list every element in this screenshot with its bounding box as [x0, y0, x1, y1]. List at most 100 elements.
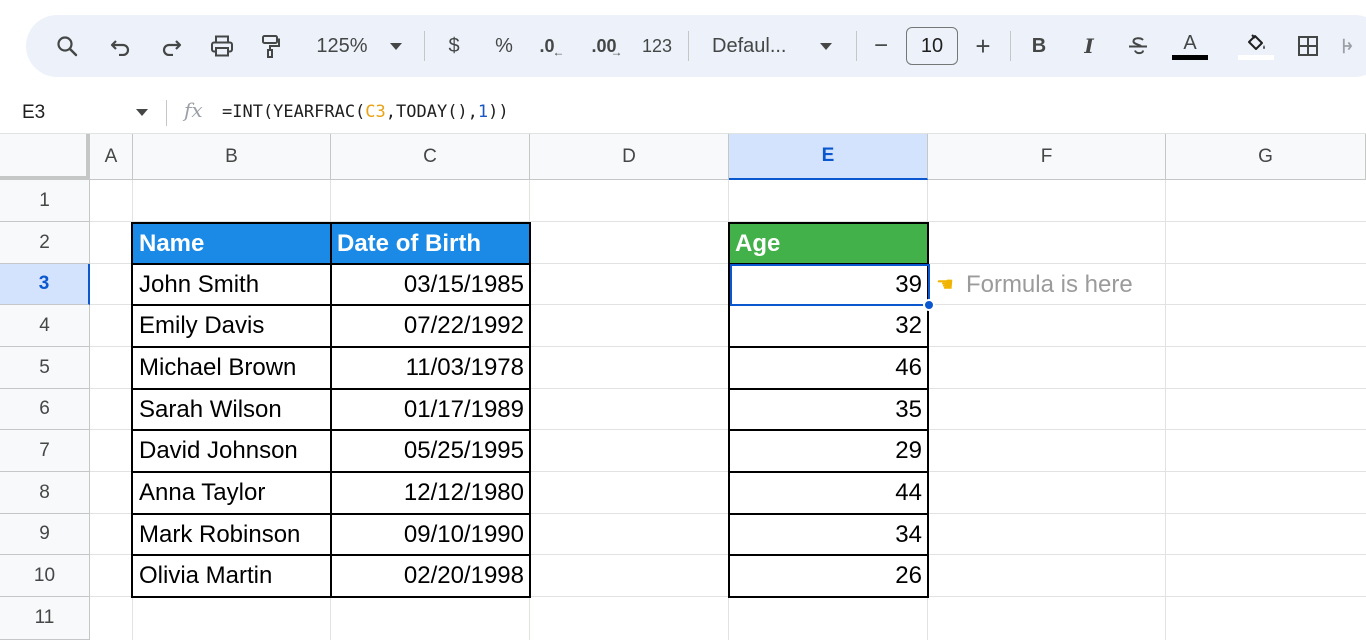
font-size-input[interactable]: 10	[906, 27, 958, 65]
percent-label: %	[495, 34, 513, 57]
row-header-2[interactable]: 2	[0, 222, 90, 264]
plus-label: +	[975, 30, 991, 61]
age-cell[interactable]: 39	[729, 264, 928, 305]
italic-button[interactable]: I	[1076, 15, 1102, 77]
column-header-f[interactable]: F	[928, 134, 1166, 180]
name-box[interactable]: E3	[22, 92, 45, 134]
header-cell-name[interactable]: Name	[133, 223, 331, 264]
fill-color-button[interactable]	[1238, 15, 1274, 77]
column-header-c[interactable]: C	[331, 134, 530, 180]
row-header-7[interactable]: 7	[0, 430, 90, 472]
column-header-a[interactable]: A	[90, 134, 133, 180]
name-cell[interactable]: Anna Taylor	[133, 472, 331, 514]
toolbar-divider	[856, 31, 857, 61]
chevron-down-icon[interactable]	[386, 15, 406, 77]
formula-bar: E3 fx =INT(YEARFRAC(C3,TODAY(),1))	[0, 92, 1366, 134]
dob-cell[interactable]: 02/20/1998	[331, 555, 530, 597]
row-header-10[interactable]: 10	[0, 555, 90, 597]
age-cell[interactable]: 35	[729, 389, 928, 430]
table-border	[131, 304, 531, 306]
gridline	[90, 221, 1366, 222]
row-header-3[interactable]: 3	[0, 264, 90, 305]
age-cell[interactable]: 46	[729, 347, 928, 389]
row-header-11[interactable]: 11	[0, 597, 90, 640]
name-cell[interactable]: John Smith	[133, 264, 331, 305]
table-border	[131, 471, 531, 473]
row-header-6[interactable]: 6	[0, 389, 90, 430]
formula-bar-divider	[166, 100, 167, 126]
percent-format-button[interactable]: %	[492, 15, 516, 77]
dob-cell[interactable]: 03/15/1985	[331, 264, 530, 305]
redo-icon[interactable]	[156, 15, 186, 77]
borders-icon[interactable]	[1294, 15, 1322, 77]
dob-cell[interactable]: 01/17/1989	[331, 389, 530, 430]
more-formats-button[interactable]: 123	[638, 15, 676, 77]
formula-suffix: ))	[488, 102, 509, 122]
merge-cells-icon[interactable]	[1342, 15, 1362, 77]
table-border	[728, 513, 929, 515]
paint-bucket-icon	[1248, 33, 1265, 50]
dob-cell[interactable]: 09/10/1990	[331, 514, 530, 555]
dob-cell[interactable]: 12/12/1980	[331, 472, 530, 514]
age-cell[interactable]: 34	[729, 514, 928, 555]
toolbar-divider	[688, 31, 689, 61]
increase-font-size-button[interactable]: +	[970, 15, 996, 77]
increase-decimal-button[interactable]: .00 →	[588, 15, 626, 77]
formula-input[interactable]: =INT(YEARFRAC(C3,TODAY(),1))	[222, 92, 509, 134]
column-header-e[interactable]: E	[729, 134, 928, 180]
table-border	[728, 388, 929, 390]
print-icon[interactable]	[206, 15, 238, 77]
undo-icon[interactable]	[106, 15, 136, 77]
age-cell[interactable]: 32	[729, 305, 928, 347]
row-header-8[interactable]: 8	[0, 472, 90, 514]
row-header-9[interactable]: 9	[0, 514, 90, 555]
name-cell[interactable]: Emily Davis	[133, 305, 331, 347]
text-color-bar	[1172, 54, 1208, 60]
row-header-4[interactable]: 4	[0, 305, 90, 347]
text-color-label: A	[1183, 31, 1197, 54]
table-border	[131, 429, 531, 431]
font-size-value: 10	[920, 34, 944, 57]
dob-cell[interactable]: 05/25/1995	[331, 430, 530, 472]
column-header-b[interactable]: B	[133, 134, 331, 180]
annotation-note: ☚ Formula is here	[936, 264, 1133, 305]
decrease-decimal-button[interactable]: .0 ←	[534, 15, 570, 77]
fill-handle[interactable]	[923, 299, 935, 311]
chevron-down-icon[interactable]	[816, 15, 836, 77]
toolbar-area: 125% $ % .0 ← .00 → 123 Defaul... − 10 +…	[0, 0, 1366, 92]
toolbar-divider	[424, 31, 425, 61]
chevron-down-icon[interactable]	[136, 109, 148, 116]
formula-mid: ,TODAY(),	[385, 102, 478, 122]
table-border	[728, 471, 929, 473]
header-cell-age[interactable]: Age	[729, 223, 928, 264]
name-cell[interactable]: Sarah Wilson	[133, 389, 331, 430]
text-color-button[interactable]: A	[1172, 15, 1208, 77]
column-header-d[interactable]: D	[530, 134, 729, 180]
annotation-text: Formula is here	[965, 270, 1133, 298]
strikethrough-icon[interactable]	[1124, 15, 1152, 77]
formula-prefix: =INT(YEARFRAC(	[222, 102, 366, 122]
currency-format-button[interactable]: $	[442, 15, 466, 77]
zoom-select[interactable]: 125%	[306, 15, 378, 77]
age-cell[interactable]: 29	[729, 430, 928, 472]
font-family-select[interactable]: Defaul...	[712, 15, 802, 77]
age-cell[interactable]: 44	[729, 472, 928, 514]
table-border	[131, 346, 531, 348]
age-cell[interactable]: 26	[729, 555, 928, 597]
column-header-g[interactable]: G	[1166, 134, 1366, 180]
toolbar-divider	[1010, 31, 1011, 61]
bold-button[interactable]: B	[1026, 15, 1052, 77]
paint-format-icon[interactable]	[256, 15, 286, 77]
name-cell[interactable]: Olivia Martin	[133, 555, 331, 597]
dob-cell[interactable]: 11/03/1978	[331, 347, 530, 389]
header-cell-date-of-birth[interactable]: Date of Birth	[331, 223, 530, 264]
decrease-font-size-button[interactable]: −	[868, 15, 894, 77]
row-header-5[interactable]: 5	[0, 347, 90, 389]
dob-cell[interactable]: 07/22/1992	[331, 305, 530, 347]
select-all-corner[interactable]	[0, 134, 90, 180]
search-icon[interactable]	[52, 15, 82, 77]
name-cell[interactable]: Michael Brown	[133, 347, 331, 389]
name-cell[interactable]: Mark Robinson	[133, 514, 331, 555]
name-cell[interactable]: David Johnson	[133, 430, 331, 472]
row-header-1[interactable]: 1	[0, 180, 90, 222]
